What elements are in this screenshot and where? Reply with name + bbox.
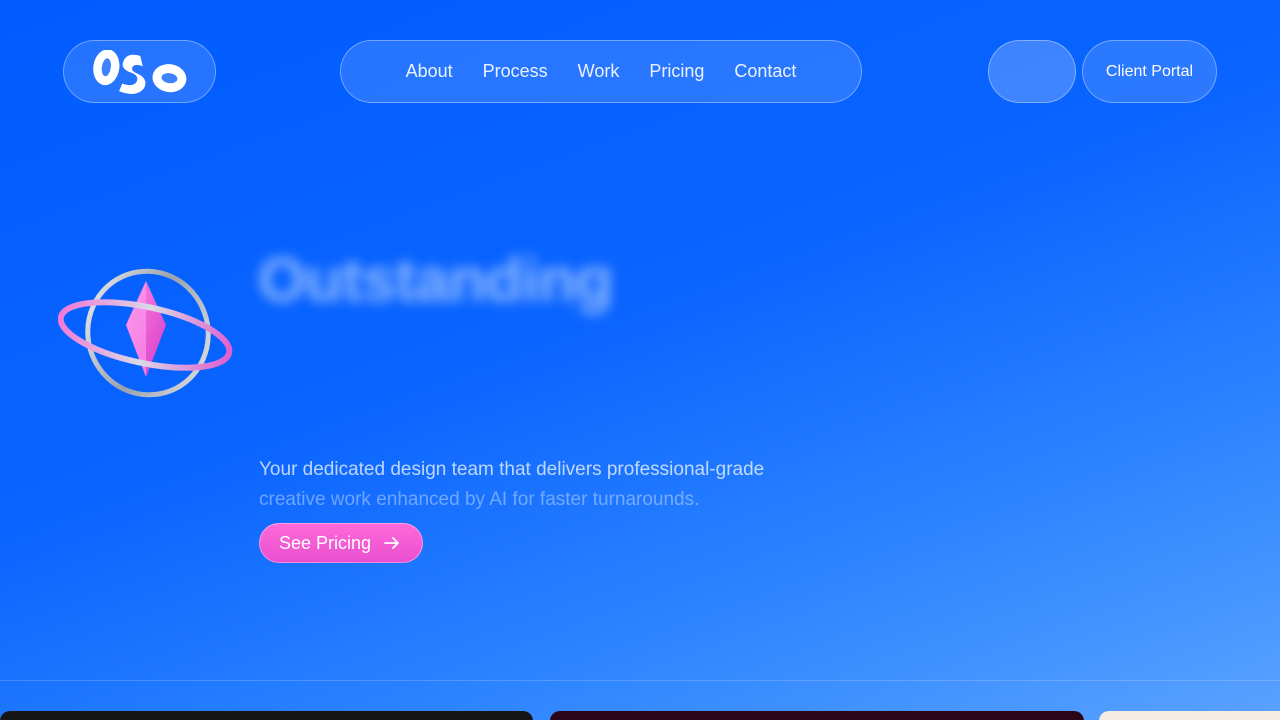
nav-about[interactable]: About	[406, 61, 453, 82]
client-portal-label: Client Portal	[1105, 62, 1194, 80]
main-nav: About Process Work Pricing Contact	[340, 40, 862, 103]
gem-orbit-icon	[57, 265, 234, 405]
hero-headline: Outstanding	[258, 246, 613, 315]
hero-subtitle: Your dedicated design team that delivers…	[259, 455, 859, 515]
nav-contact[interactable]: Contact	[734, 61, 796, 82]
work-card[interactable]	[0, 711, 533, 720]
client-portal-button[interactable]: Client Portal	[1082, 40, 1217, 103]
nav-pricing[interactable]: Pricing	[649, 61, 704, 82]
hero-subtitle-line1: Your dedicated design team that delivers…	[259, 459, 765, 480]
section-divider	[0, 680, 1280, 681]
menu-button[interactable]	[988, 40, 1076, 103]
arrow-right-icon	[384, 537, 399, 549]
see-pricing-label: See Pricing	[279, 532, 372, 553]
work-card[interactable]	[1099, 711, 1280, 720]
nav-work[interactable]: Work	[578, 61, 620, 82]
hero-headline-secondary	[600, 268, 608, 302]
see-pricing-button[interactable]: See Pricing	[259, 523, 423, 563]
hero-subtitle-line2: creative work enhanced by AI for faster …	[259, 489, 700, 510]
work-card[interactable]	[550, 711, 1084, 720]
nav-process[interactable]: Process	[483, 61, 548, 82]
logo[interactable]	[63, 40, 216, 103]
oso-logo-icon	[92, 49, 186, 94]
